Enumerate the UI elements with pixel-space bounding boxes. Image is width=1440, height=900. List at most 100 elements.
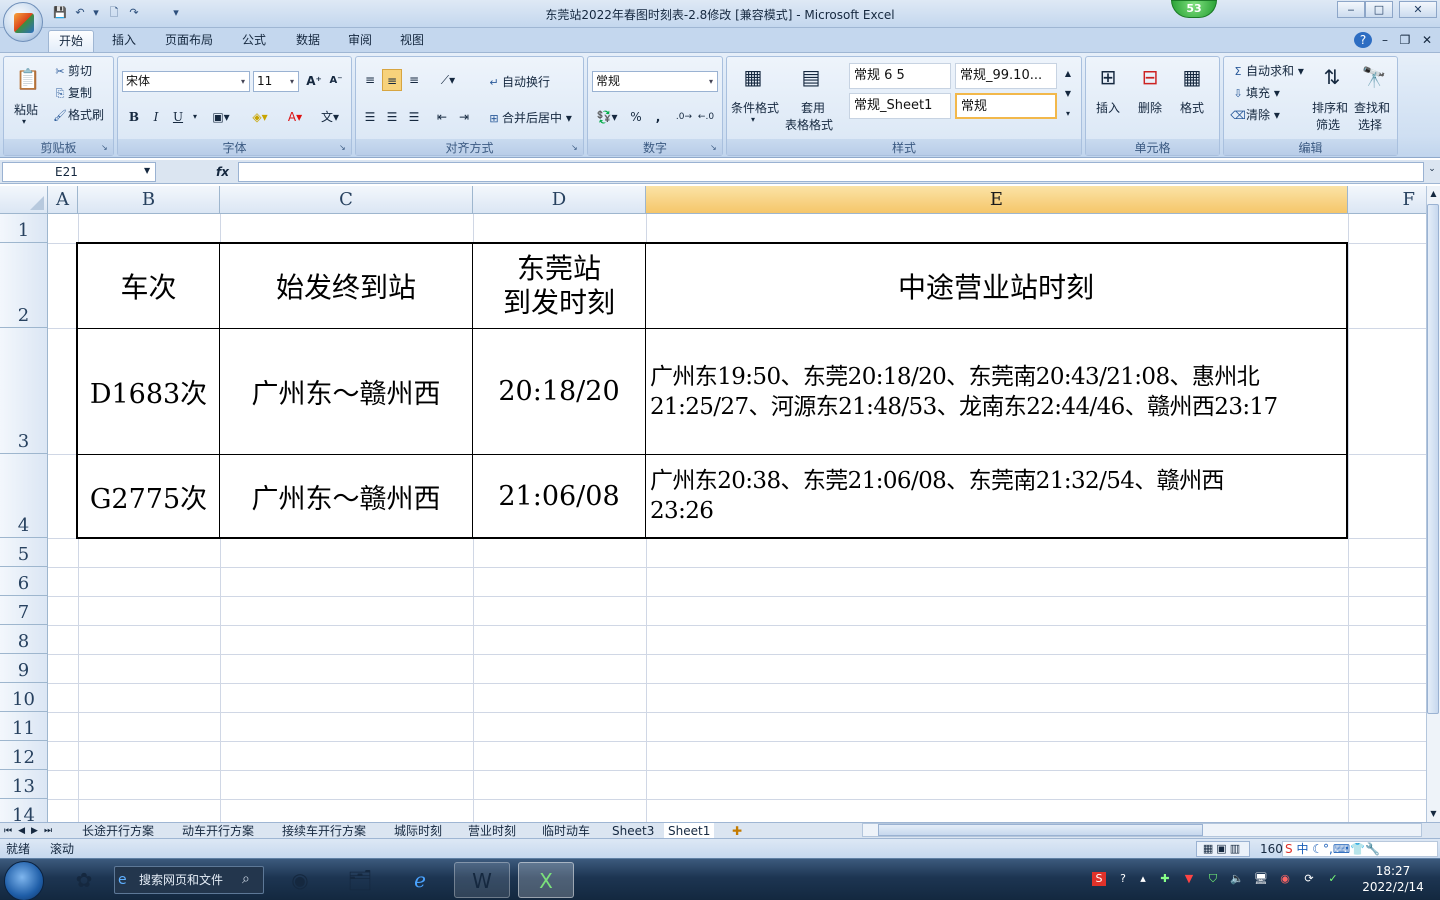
cell-stops-d1683[interactable]: 广州东19:50、东莞20:18/20、东莞南20:43/21:08、惠州北 2… (646, 329, 1346, 454)
cell-style-2[interactable]: 常规_99.10... (955, 63, 1057, 89)
underline-button[interactable]: U (168, 106, 188, 128)
formula-input[interactable] (238, 162, 1424, 182)
align-middle-icon[interactable]: ≡ (382, 69, 402, 91)
column-header-e[interactable]: E (646, 186, 1348, 214)
sogou-tray-icon[interactable]: S (1092, 872, 1106, 886)
word-icon[interactable]: W (454, 862, 510, 898)
font-name-combo[interactable]: 宋体 ▾ (122, 71, 250, 92)
increase-indent-icon[interactable]: ⇥ (454, 106, 474, 128)
paste-icon[interactable]: 📋 (12, 63, 44, 95)
excel-icon[interactable]: X (518, 862, 574, 898)
sheet-nav-icon[interactable]: ⏮◀▶⏭ (4, 823, 58, 839)
workbook-close-icon[interactable]: ✕ (1420, 30, 1434, 52)
alignment-launcher-icon[interactable]: ↘ (571, 143, 581, 153)
chevron-down-icon[interactable]: ▾ (751, 115, 755, 124)
sync-tray-icon[interactable]: ⟳ (1302, 872, 1316, 886)
sheet-tab-connecting-plan[interactable]: 接续车开行方案 (278, 823, 370, 839)
percent-button[interactable]: % (626, 106, 646, 128)
worksheet-grid[interactable]: A B C D E F 1 2 3 4 5 6 7 8 9 10 11 12 1… (0, 186, 1426, 822)
tab-insert[interactable]: 插入 (104, 30, 144, 52)
sheet-tab-temporary-emu[interactable]: 临时动车 (538, 823, 594, 839)
sort-filter-line2[interactable]: 筛选 (1316, 116, 1340, 133)
cell-style-3[interactable]: 常规_Sheet1 (849, 93, 951, 119)
align-bottom-icon[interactable]: ≡ (404, 69, 424, 91)
name-box[interactable]: E21 (2, 162, 156, 182)
volume-icon[interactable]: 🔈 (1230, 872, 1244, 886)
bold-button[interactable]: B (124, 106, 144, 128)
merge-center-button[interactable]: ⊞ 合并后居中 ▾ (486, 109, 571, 127)
tab-review[interactable]: 审阅 (340, 30, 380, 52)
cell-train-d1683[interactable]: D1683次 (78, 329, 219, 454)
plus-tray-icon[interactable]: ✚ (1158, 872, 1172, 886)
number-format-combo[interactable]: 常规 ▾ (592, 71, 718, 92)
insert-cells-button[interactable]: 插入 (1096, 99, 1120, 116)
check-tray-icon[interactable]: ✓ (1326, 872, 1340, 886)
row-header-7[interactable]: 7 (0, 596, 48, 625)
binoculars-icon[interactable]: 🔭 (1358, 61, 1390, 93)
row-header-11[interactable]: 11 (0, 712, 48, 741)
row-header-5[interactable]: 5 (0, 538, 48, 567)
cell-time-d1683[interactable]: 20:18/20 (473, 329, 645, 454)
font-launcher-icon[interactable]: ↘ (339, 143, 349, 153)
sheet-tab-business-times[interactable]: 营业时刻 (464, 823, 520, 839)
align-top-icon[interactable]: ≡ (360, 69, 380, 91)
align-center-icon[interactable]: ☰ (382, 106, 402, 128)
system-clock[interactable]: 18:27 2022/2/14 (1348, 863, 1438, 895)
decrease-indent-icon[interactable]: ⇤ (432, 106, 452, 128)
start-button[interactable] (4, 861, 44, 900)
cell-train-g2775[interactable]: G2775次 (78, 455, 219, 537)
row-header-14[interactable]: 14 (0, 799, 48, 822)
ime-toolbar[interactable]: S 中 ☾°,⌨👕🔧 (1282, 841, 1438, 857)
increase-decimal-icon[interactable]: .0→ (674, 106, 694, 128)
insert-cells-icon[interactable]: ⊞ (1092, 61, 1124, 93)
zoom-level[interactable]: 160 (1260, 839, 1283, 859)
scroll-down-icon[interactable]: ▼ (1427, 806, 1440, 822)
shrink-font-icon[interactable]: A⁻ (326, 70, 346, 92)
row-header-6[interactable]: 6 (0, 567, 48, 596)
decrease-decimal-icon[interactable]: ←.0 (696, 106, 716, 128)
row-header-4[interactable]: 4 (0, 454, 48, 538)
align-right-icon[interactable]: ☰ (404, 106, 424, 128)
maximize-button[interactable]: □ (1365, 1, 1393, 18)
tab-view[interactable]: 视图 (392, 30, 432, 52)
fill-button[interactable]: ⇩ 填充 ▾ (1230, 84, 1279, 102)
row-header-12[interactable]: 12 (0, 741, 48, 770)
pinwheel-app-icon[interactable]: ✿ (56, 862, 112, 898)
format-as-table-icon[interactable]: ▤ (795, 61, 827, 93)
paste-button[interactable]: 粘贴 (14, 101, 38, 118)
grow-font-icon[interactable]: A⁺ (304, 70, 324, 92)
tab-page-layout[interactable]: 页面布局 (158, 30, 220, 52)
row-header-8[interactable]: 8 (0, 625, 48, 654)
cell-style-1[interactable]: 常规 6 5 (849, 63, 951, 89)
fill-color-icon[interactable]: ◈▾ (244, 106, 276, 128)
gallery-more-icon[interactable]: ▾ (1061, 103, 1075, 125)
office-button[interactable] (3, 2, 43, 42)
file-explorer-icon[interactable]: 🗂 (332, 862, 388, 898)
search-icon[interactable]: ⌕ (242, 871, 250, 887)
minimize-button[interactable]: ‒ (1337, 1, 1365, 18)
cell-route-g2775[interactable]: 广州东～赣州西 (220, 455, 472, 537)
format-painter-button[interactable]: 🖌格式刷 (52, 106, 104, 124)
header-train-number[interactable]: 车次 (78, 244, 219, 328)
format-cells-button[interactable]: 格式 (1180, 99, 1204, 116)
column-header-b[interactable]: B (78, 186, 220, 214)
column-header-a[interactable]: A (48, 186, 78, 214)
tab-formulas[interactable]: 公式 (234, 30, 274, 52)
sheet-tab-long-distance[interactable]: 长途开行方案 (78, 823, 158, 839)
clear-button[interactable]: ⌫清除 ▾ (1230, 106, 1280, 124)
autosum-button[interactable]: Σ 自动求和 ▾ (1230, 62, 1304, 80)
insert-sheet-icon[interactable]: ✚ (728, 823, 746, 839)
network-icon[interactable]: 🖥 (1254, 872, 1268, 886)
delete-cells-icon[interactable]: ⊟ (1134, 61, 1166, 93)
name-box-dropdown-icon[interactable]: ▼ (144, 166, 150, 175)
gallery-down-icon[interactable]: ▼ (1061, 83, 1075, 105)
delete-cells-button[interactable]: 删除 (1138, 99, 1162, 116)
chrome-icon[interactable]: ◉ (272, 862, 328, 898)
cell-route-d1683[interactable]: 广州东～赣州西 (220, 329, 472, 454)
help-tray-icon[interactable]: ? (1116, 872, 1130, 886)
gallery-up-icon[interactable]: ▲ (1061, 63, 1075, 85)
tray-arrow-icon[interactable]: ▴ (1136, 872, 1150, 886)
format-as-table-button-line2[interactable]: 表格格式 (785, 116, 833, 133)
paste-dropdown-icon[interactable]: ▾ (22, 117, 26, 126)
antivirus-tray-icon[interactable]: ▼ (1182, 872, 1196, 886)
